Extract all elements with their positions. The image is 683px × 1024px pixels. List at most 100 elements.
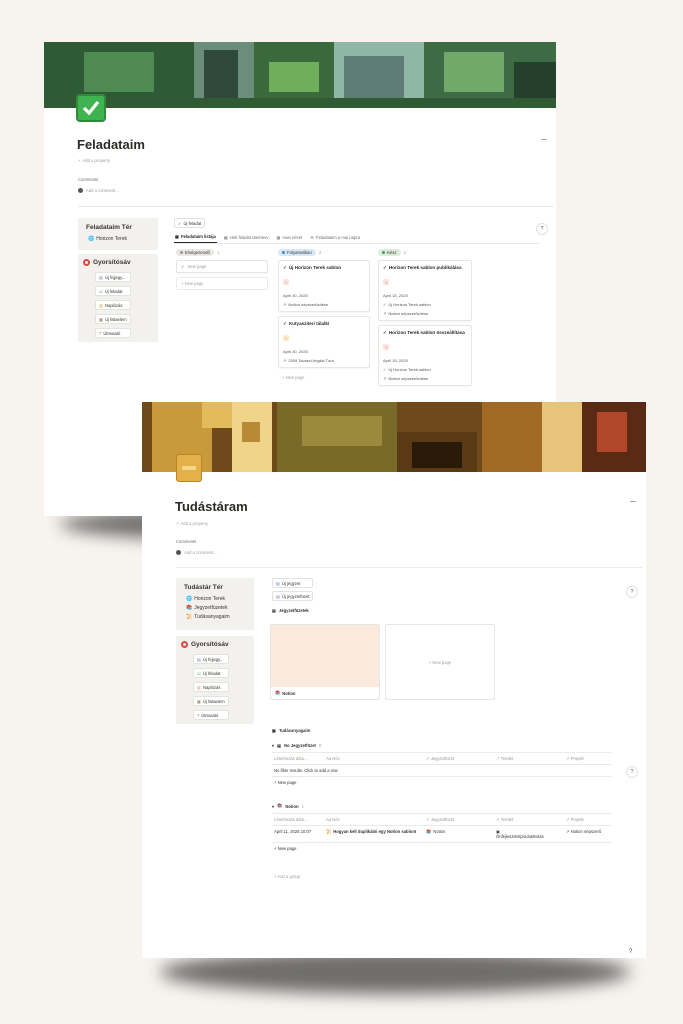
card-date: April 30, 2025: [283, 292, 308, 298]
gallery-new-page[interactable]: + New page: [385, 624, 495, 700]
gallery-card-notion[interactable]: 📚 Notion: [270, 624, 380, 700]
task-card[interactable]: ✓ Horizon Terek sablon publikálása ! Apri…: [378, 260, 472, 321]
cell-area[interactable]: ▣ Önfejlesztés/produktivitás: [494, 826, 564, 842]
quick-new-task[interactable]: ☑ Új feladat: [95, 286, 131, 296]
card-relation: ✓ Új Horizon Terek sablon: [383, 301, 431, 307]
cell-date: April 11, 2025 10:07: [274, 829, 312, 834]
group-header-notion[interactable]: ▾ 📚 Notion 1: [272, 803, 304, 809]
header-created[interactable]: Létrehozás dátu...: [272, 753, 324, 764]
space-box: Tudástár Tér 🌐 Horizon Terek 📚 Jegyzetfüze…: [176, 578, 254, 630]
header-area[interactable]: ↗ Terület: [494, 753, 564, 764]
help-button[interactable]: ?: [626, 586, 638, 598]
help-button-lower[interactable]: ?: [626, 766, 638, 778]
table-group-notion: Létrehozás dátu... Aa Név ↗ Jegyzetfüzet…: [272, 813, 612, 854]
tab-monthly[interactable]: ▦ Havi nézet: [276, 232, 304, 243]
quickbar-title: Gyorsítósáv: [181, 641, 229, 648]
add-property[interactable]: + Add a property: [176, 521, 208, 526]
task-card[interactable]: ✓ Horizon Terek sablon összeállítása ! Ap…: [378, 324, 472, 386]
board-column-done: Kész 2 ✓ Horizon Terek sablon publikálása …: [378, 249, 472, 390]
check-icon: ✓: [181, 264, 185, 269]
quick-journal[interactable]: ▥ Naplózás: [193, 682, 229, 692]
priority-badge: !: [283, 335, 289, 342]
header-area[interactable]: ↗ Terület: [494, 814, 564, 825]
quick-new-list-item[interactable]: ▦ Új listaelem: [193, 696, 229, 706]
globe-icon: 🌐: [88, 236, 95, 242]
status-dot: [382, 251, 385, 254]
add-property[interactable]: + Add a property: [78, 158, 110, 163]
board-column-todo: Elvégezendő 1 ✓ New page + New page: [176, 249, 268, 290]
add-group-button[interactable]: + Add a group: [274, 874, 300, 879]
card-cover: [271, 625, 379, 687]
books-icon: 📚: [277, 803, 283, 808]
horizon-link[interactable]: 🌐 Horizon Terek: [88, 236, 127, 242]
new-page-card[interactable]: ✓ New page: [176, 260, 268, 273]
priority-badge: !: [283, 279, 289, 286]
quickbar-title: Gyorsítósáv: [83, 259, 131, 266]
question-icon: ?: [99, 330, 102, 336]
table-title: ▦ Tudásanyagaim: [272, 728, 311, 733]
new-page-row[interactable]: + New page: [272, 777, 298, 788]
group-header-empty[interactable]: ▾ ▤ No Jegyzetfüzet 0: [272, 743, 321, 748]
new-task-button[interactable]: ✓ Új feladat: [174, 218, 206, 228]
new-note-button[interactable]: ▤ Új jegyzet: [272, 578, 314, 588]
chevron-down-icon: ▾: [272, 803, 275, 809]
tab-task-list[interactable]: ▦ Feladataim listája: [174, 232, 217, 243]
quick-new-note[interactable]: ▤ Új fejjegy...: [193, 654, 229, 664]
arrow-icon: ↗: [426, 756, 430, 761]
card-date: April 30, 2025: [283, 348, 308, 354]
header-name[interactable]: Aa Név: [324, 814, 424, 825]
task-card[interactable]: ✓ Kutyasziteri tálalkí ! April 30, 2025 ↗…: [278, 315, 370, 368]
cell-notebook[interactable]: 📚 Notion: [424, 826, 494, 842]
help-button-corner[interactable]: ?: [629, 949, 632, 955]
quick-guide[interactable]: ? Útmutató: [95, 328, 131, 338]
scroll-icon: 📜: [186, 614, 193, 620]
arrow-icon: ↗: [383, 310, 387, 316]
empty-filter-message[interactable]: No filter results. Click to add a row: [272, 765, 340, 776]
cell-project[interactable]: ↗ Notion népszerű: [564, 826, 612, 842]
quick-new-list-item[interactable]: ▦ Új listaelem: [95, 314, 131, 324]
quick-journal[interactable]: ▥ Naplózás: [95, 300, 131, 310]
header-notebook[interactable]: ↗ Jegyzetfüzet: [424, 814, 494, 825]
new-notebook-button[interactable]: ▤ Új jegyzetfüzet: [272, 591, 314, 601]
arrow-icon: ↗: [496, 817, 500, 822]
note-icon: ▤: [99, 274, 103, 280]
quick-guide[interactable]: ? Útmutató: [193, 710, 229, 720]
check-icon: ✓: [383, 301, 387, 307]
cell-name[interactable]: 📜 Hogyan kell duplikálni egy Notion sablo…: [324, 826, 424, 842]
table-row[interactable]: April 11, 2025 10:07 📜 Hogyan kell duplik…: [272, 826, 612, 843]
tab-today[interactable]: ☰ Feladataim a mai napra: [309, 232, 361, 243]
quick-new-note[interactable]: ▤ Új fejjegy...: [95, 272, 131, 282]
new-page-button[interactable]: + New page: [176, 277, 268, 290]
space-title: Feladataim Tér: [86, 224, 132, 231]
check-icon: ✓: [383, 329, 387, 335]
library-banner: [142, 402, 646, 472]
table-group-empty: Létrehozás dátu... Aa Név ↗ Jegyzetfüzet…: [272, 752, 612, 788]
ring-icon: [83, 259, 90, 266]
collapse-dash[interactable]: —: [541, 137, 547, 143]
arrow-icon: ↗: [566, 756, 570, 761]
header-project[interactable]: ↗ Projekt: [564, 814, 612, 825]
space-box: Feladataim Tér 🌐 Horizon Terek: [78, 218, 158, 250]
tab-weekly[interactable]: ▦ Heti feladat ütemterv: [223, 232, 270, 243]
text-icon: Aa: [326, 817, 332, 822]
notebooks-link[interactable]: 📚 Jegyzetfüzetek: [186, 605, 230, 611]
header-project[interactable]: ↗ Projekt: [564, 753, 612, 764]
table-icon: ▦: [175, 234, 179, 239]
collapse-dash[interactable]: —: [630, 499, 636, 505]
knowledge-link[interactable]: 📜 Tudásanyagaim: [186, 614, 230, 620]
card-relation: ↗ 2009 Tavaszi Angliai Túra: [283, 357, 334, 363]
plus-icon: +: [176, 521, 179, 526]
header-created[interactable]: Létrehozás dátu...: [272, 814, 324, 825]
card-date: April 15, 2025: [383, 357, 408, 363]
task-card[interactable]: ✓ Új Horizon Terek sablon ! April 30, 202…: [278, 260, 370, 312]
horizon-link[interactable]: 🌐 Horizon Terek: [186, 596, 230, 602]
books-icon: 📚: [186, 605, 193, 611]
help-button[interactable]: ?: [536, 223, 548, 235]
new-page-row[interactable]: + New page: [272, 843, 298, 854]
add-comment-field[interactable]: Add a comment...: [176, 550, 217, 555]
add-comment-field[interactable]: Add a comment...: [78, 188, 119, 193]
new-page-button[interactable]: + New page: [278, 372, 370, 383]
header-name[interactable]: Aa Név: [324, 753, 424, 764]
quick-new-task[interactable]: ☑ Új feladat: [193, 668, 229, 678]
header-notebook[interactable]: ↗ Jegyzetfüzet: [424, 753, 494, 764]
